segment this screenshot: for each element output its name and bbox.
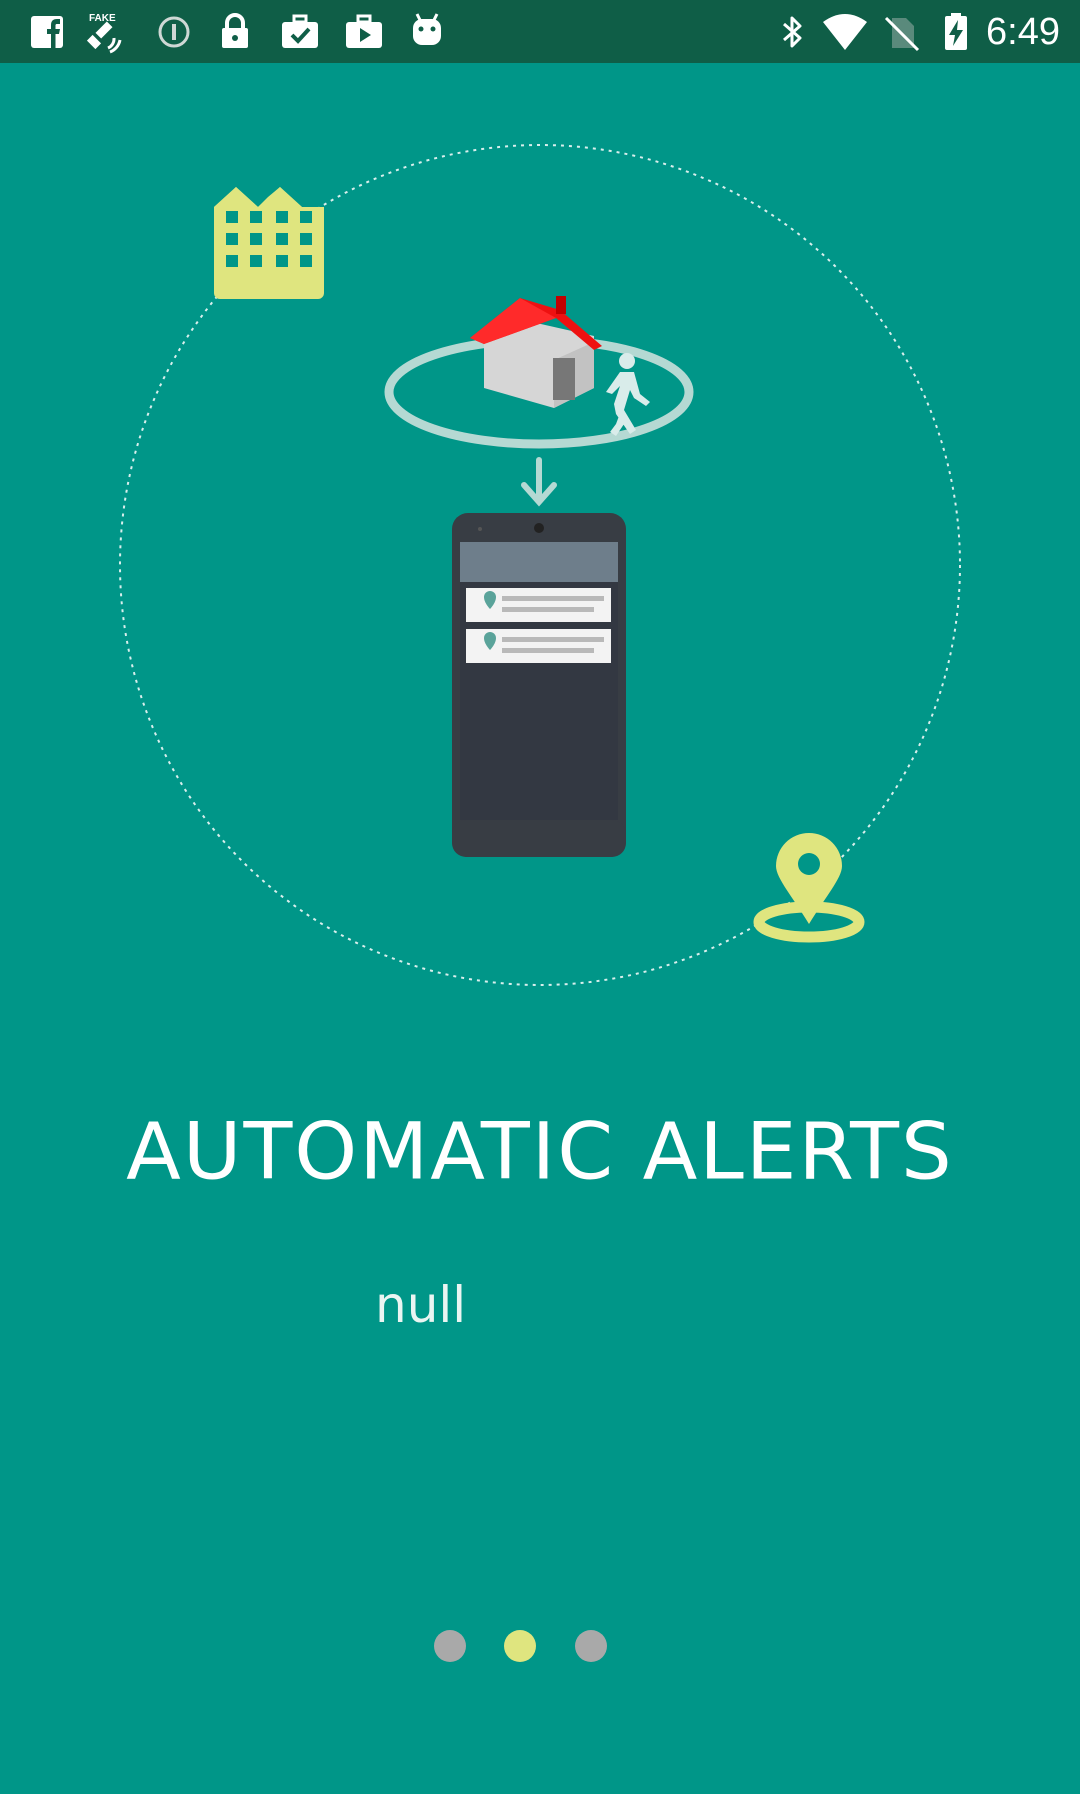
play-store-icon xyxy=(346,14,382,48)
info-circle-icon xyxy=(158,16,190,48)
onboarding-illustration xyxy=(119,144,961,986)
phone-illustration xyxy=(452,513,626,857)
page-indicator xyxy=(0,1630,1080,1664)
onboarding-description: null xyxy=(375,1276,467,1334)
page-dot-3[interactable] xyxy=(575,1630,607,1662)
notification-card xyxy=(466,588,611,622)
facebook-icon xyxy=(31,16,63,48)
fake-gps-icon: FAKE xyxy=(86,13,122,54)
bluetooth-icon xyxy=(783,16,802,48)
battery-charging-icon xyxy=(945,13,967,50)
svg-text:FAKE: FAKE xyxy=(89,13,116,24)
status-clock: 6:49 xyxy=(986,11,1060,53)
android-icon xyxy=(413,13,441,45)
lock-icon xyxy=(222,13,248,48)
status-bar: FAKE 6:49 xyxy=(0,0,1080,63)
notification-card xyxy=(466,629,611,663)
no-sim-icon xyxy=(884,16,920,52)
briefcase-check-icon xyxy=(282,14,318,48)
geofence-house-icon xyxy=(384,296,694,449)
page-dot-2-active[interactable] xyxy=(504,1630,536,1662)
building-icon xyxy=(214,187,324,299)
down-arrow-icon xyxy=(521,457,557,507)
page-dot-1[interactable] xyxy=(434,1630,466,1662)
location-pin-icon xyxy=(753,833,865,943)
onboarding-title: AUTOMATIC ALERTS xyxy=(126,1105,954,1198)
wifi-icon xyxy=(823,14,867,50)
